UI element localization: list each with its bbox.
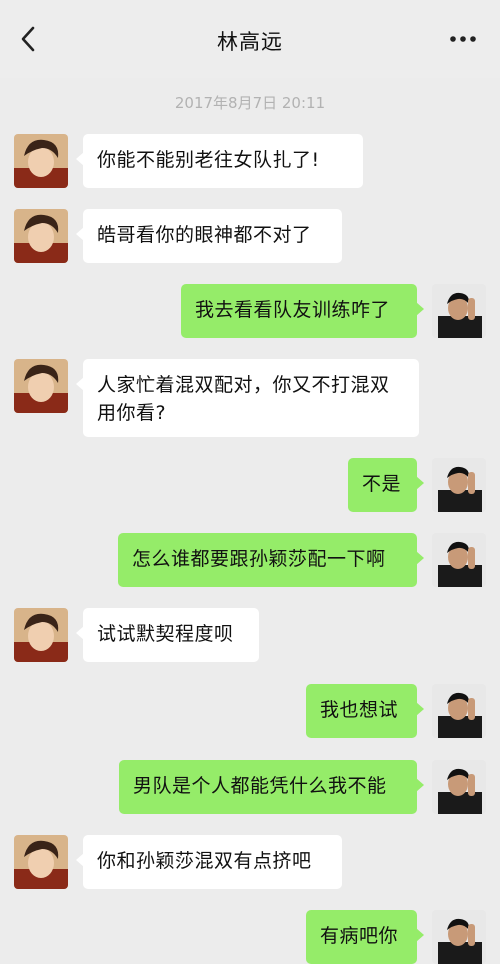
message-bubble-outgoing[interactable]: 不是: [348, 458, 424, 512]
contact-avatar[interactable]: [14, 835, 68, 889]
message-bubble-incoming[interactable]: 试试默契程度呗: [76, 608, 259, 662]
message-bubble-incoming[interactable]: 皓哥看你的眼神都不对了: [76, 209, 342, 263]
message-text: 不是: [362, 473, 402, 495]
message-text: 皓哥看你的眼神都不对了: [97, 224, 312, 246]
message-text: 试试默契程度呗: [97, 623, 234, 645]
contact-avatar[interactable]: [14, 134, 68, 188]
self-avatar[interactable]: [432, 458, 486, 512]
message-bubble-outgoing[interactable]: 怎么谁都要跟孙颖莎配一下啊: [118, 533, 424, 587]
chat-timestamp: 2017年8月7日 20:11: [174, 94, 326, 112]
message-text: 人家忙着混双配对，你又不打混双用你看?: [97, 374, 390, 424]
chat-header: 林高远: [0, 0, 500, 78]
message-text: 我去看看队友训练咋了: [195, 299, 391, 321]
self-avatar[interactable]: [432, 284, 486, 338]
message-bubble-incoming[interactable]: 你能不能别老往女队扎了!: [76, 134, 363, 188]
message-text: 男队是个人都能凭什么我不能: [133, 775, 387, 797]
message-text: 你和孙颖莎混双有点挤吧: [97, 850, 312, 872]
message-bubble-outgoing[interactable]: 有病吧你: [306, 910, 424, 964]
message-bubble-outgoing[interactable]: 男队是个人都能凭什么我不能: [119, 760, 424, 814]
message-bubble-outgoing[interactable]: 我也想试: [306, 684, 424, 738]
message-bubble-incoming[interactable]: 人家忙着混双配对，你又不打混双用你看?: [76, 359, 419, 437]
message-bubble-outgoing[interactable]: 我去看看队友训练咋了: [181, 284, 424, 338]
contact-avatar[interactable]: [14, 359, 68, 413]
more-dots-icon[interactable]: [448, 28, 478, 50]
self-avatar[interactable]: [432, 910, 486, 964]
message-text: 怎么谁都要跟孙颖莎配一下啊: [132, 548, 386, 570]
contact-avatar[interactable]: [14, 209, 68, 263]
contact-avatar[interactable]: [14, 608, 68, 662]
message-bubble-incoming[interactable]: 你和孙颖莎混双有点挤吧: [76, 835, 342, 889]
self-avatar[interactable]: [432, 684, 486, 738]
message-text: 我也想试: [320, 699, 399, 721]
message-text: 有病吧你: [320, 925, 399, 947]
self-avatar[interactable]: [432, 533, 486, 587]
chat-title: 林高远: [217, 30, 283, 54]
message-text: 你能不能别老往女队扎了!: [97, 149, 320, 171]
self-avatar[interactable]: [432, 760, 486, 814]
